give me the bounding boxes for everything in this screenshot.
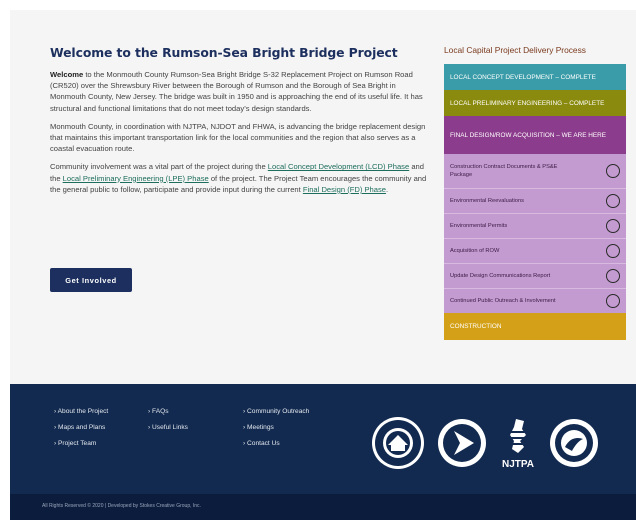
njtpa-label: NJTPA — [502, 459, 534, 470]
substep-item: Acquisition of ROW — [444, 238, 626, 263]
footer-link-meetings[interactable]: › Meetings — [243, 424, 309, 431]
intro-paragraph-2: Monmouth County, in coordination with NJ… — [50, 121, 426, 154]
footer-link-team[interactable]: › Project Team — [54, 440, 108, 447]
footer-link-contact[interactable]: › Contact Us — [243, 440, 309, 447]
step-lcd: LOCAL CONCEPT DEVELOPMENT – COMPLETE — [444, 64, 626, 90]
substep-item: Construction Contract Documents & PS&E P… — [444, 154, 626, 188]
circle-icon — [606, 244, 620, 258]
circle-icon — [606, 164, 620, 178]
final-design-substeps: Construction Contract Documents & PS&E P… — [444, 154, 626, 313]
njtpa-logo-icon[interactable]: NJTPA — [498, 415, 538, 471]
page: Welcome to the Rumson-Sea Bright Bridge … — [0, 0, 636, 520]
footer-link-about[interactable]: › About the Project — [54, 408, 108, 415]
step-construction: CONSTRUCTION — [444, 313, 626, 340]
get-involved-button[interactable]: Get Involved — [50, 268, 132, 292]
substep-item: Environmental Reevaluations — [444, 188, 626, 213]
welcome-bold: Welcome — [50, 70, 84, 79]
delivery-process-panel: Local Capital Project Delivery Process L… — [444, 45, 626, 340]
circle-icon — [606, 219, 620, 233]
step-lpe: LOCAL PRELIMINARY ENGINEERING – COMPLETE — [444, 90, 626, 116]
footer-nav-col-2: › FAQs › Useful Links — [148, 408, 188, 440]
footer-nav-col-1: › About the Project › Maps and Plans › P… — [54, 408, 108, 456]
intro-section: Welcome to the Rumson-Sea Bright Bridge … — [50, 45, 430, 202]
lpe-phase-link[interactable]: Local Preliminary Engineering (LPE) Phas… — [63, 174, 209, 183]
substep-item: Environmental Permits — [444, 213, 626, 238]
footer: › About the Project › Maps and Plans › P… — [10, 384, 636, 494]
substep-item: Update Design Communications Report — [444, 263, 626, 288]
process-title: Local Capital Project Delivery Process — [444, 45, 586, 55]
footer-nav-col-3: › Community Outreach › Meetings › Contac… — [243, 408, 309, 456]
circle-icon — [606, 194, 620, 208]
footer-link-useful[interactable]: › Useful Links — [148, 424, 188, 431]
partner-logos: NJTPA — [370, 415, 600, 471]
intro-paragraph-1: Welcome to the Monmouth County Rumson-Se… — [50, 70, 423, 113]
monmouth-county-seal-icon[interactable] — [370, 415, 426, 471]
page-title: Welcome to the Rumson-Sea Bright Bridge … — [50, 45, 398, 60]
lcd-phase-link[interactable]: Local Concept Development (LCD) Phase — [268, 162, 409, 171]
fd-phase-link[interactable]: Final Design (FD) Phase — [303, 185, 386, 194]
footer-link-faqs[interactable]: › FAQs — [148, 408, 188, 415]
usdot-seal-icon[interactable] — [548, 417, 600, 469]
footer-link-maps[interactable]: › Maps and Plans — [54, 424, 108, 431]
njdot-logo-icon[interactable] — [436, 417, 488, 469]
circle-icon — [606, 269, 620, 283]
copyright-text: All Rights Reserved © 2020 | Developed b… — [42, 503, 201, 509]
circle-icon — [606, 294, 620, 308]
copyright-bar: All Rights Reserved © 2020 | Developed b… — [10, 494, 636, 520]
substep-item: Continued Public Outreach & Involvement — [444, 288, 626, 313]
intro-paragraph-3: Community involvement was a vital part o… — [50, 162, 427, 194]
step-final-design: FINAL DESIGN/ROW ACQUISITION – WE ARE HE… — [444, 116, 626, 154]
footer-link-outreach[interactable]: › Community Outreach — [243, 408, 309, 415]
